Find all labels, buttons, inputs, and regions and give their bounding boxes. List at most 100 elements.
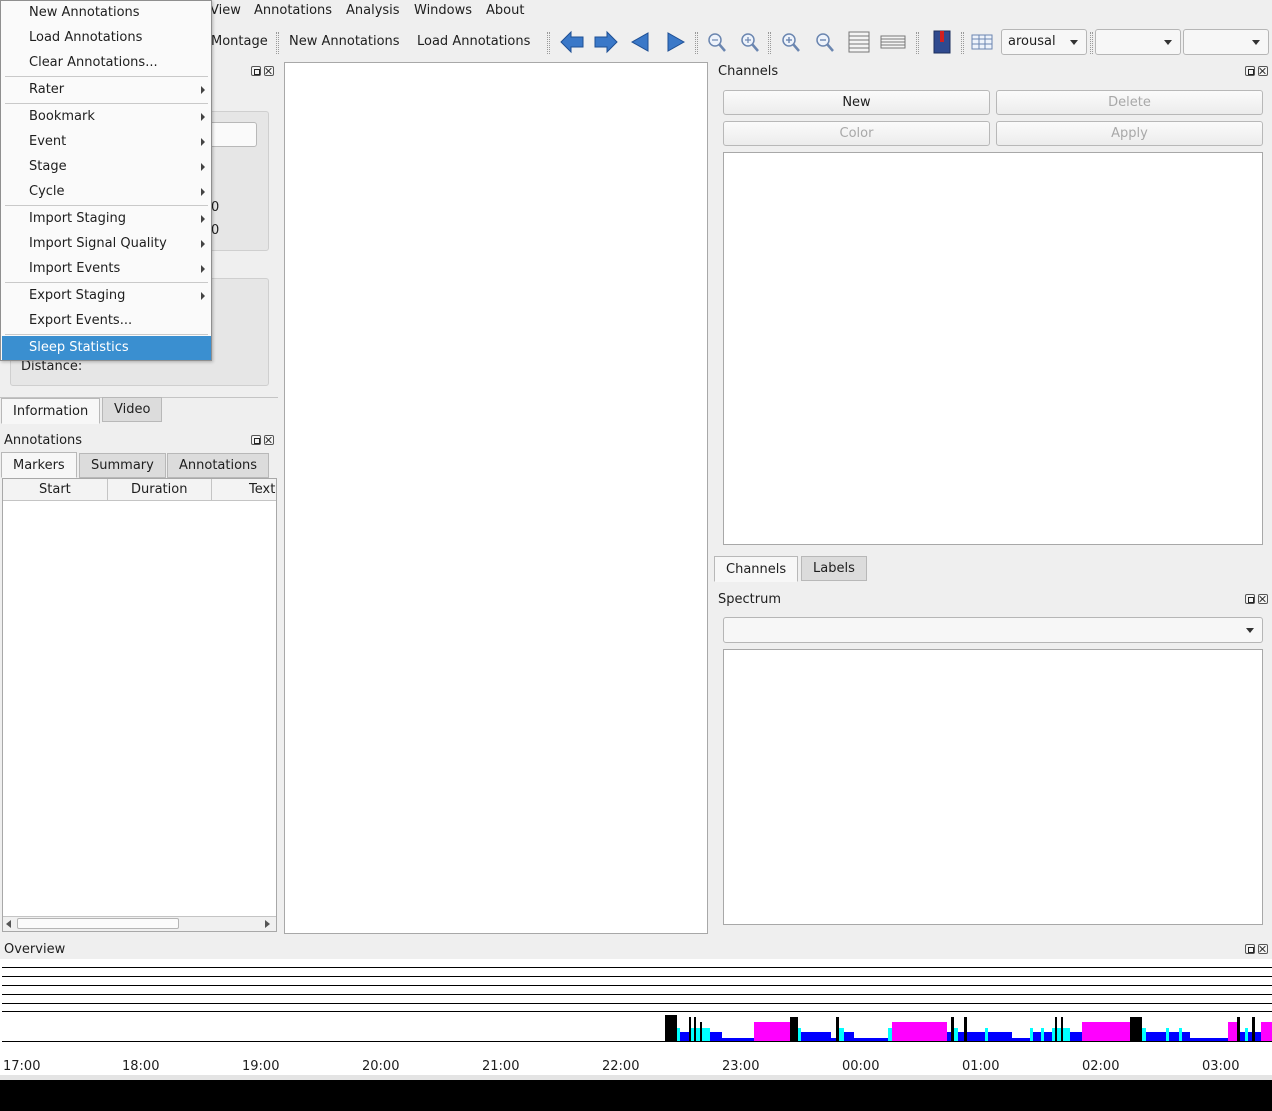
submenu-arrow-icon — [201, 240, 205, 248]
spectrum-title: Spectrum — [718, 592, 781, 607]
menu-item-label: Event — [29, 134, 67, 149]
time-tick: 19:00 — [242, 1059, 280, 1074]
close-icon[interactable] — [1258, 594, 1268, 604]
tab-summary[interactable]: Summary — [79, 453, 166, 478]
menu-rater[interactable]: Rater — [2, 78, 211, 102]
column-divider — [211, 479, 212, 500]
horizontal-scrollbar[interactable] — [3, 916, 276, 931]
submenu-arrow-icon — [201, 188, 205, 196]
menu-windows[interactable]: Windows — [414, 3, 472, 18]
tab-video[interactable]: Video — [102, 397, 163, 422]
scrollbar-thumb[interactable] — [17, 918, 179, 929]
tab-annotations[interactable]: Annotations — [167, 453, 270, 478]
scroll-right-icon[interactable] — [265, 920, 270, 928]
toolbar-separator — [1090, 32, 1093, 54]
event-grid-icon[interactable] — [969, 30, 995, 54]
zoom-amplitude-in-icon[interactable] — [778, 30, 804, 54]
zoom-amplitude-out-icon[interactable] — [812, 30, 838, 54]
step-forward-icon[interactable] — [662, 30, 688, 54]
menu-load-annotations[interactable]: Load Annotations — [2, 26, 211, 50]
float-icon[interactable] — [251, 435, 261, 445]
tab-markers[interactable]: Markers — [1, 452, 77, 478]
page-forward-icon[interactable] — [593, 30, 619, 54]
menu-view[interactable]: View — [210, 3, 241, 18]
spectrum-channel-combo[interactable] — [723, 617, 1263, 643]
close-icon[interactable] — [1258, 944, 1268, 954]
menu-clear-annotations[interactable]: Clear Annotations... — [2, 51, 211, 75]
hypnogram-wake — [790, 1017, 798, 1041]
apply-button[interactable]: Apply — [996, 121, 1263, 146]
float-icon[interactable] — [1245, 66, 1255, 76]
trace-view[interactable] — [284, 62, 708, 934]
menu-annotations[interactable]: Annotations — [254, 3, 332, 18]
load-annotations-button[interactable]: Load Annotations — [417, 34, 530, 49]
fewer-rows-icon[interactable] — [880, 30, 906, 54]
menu-about[interactable]: About — [486, 3, 524, 18]
menu-new-annotations[interactable]: New Annotations — [2, 1, 211, 25]
more-rows-icon[interactable] — [846, 30, 872, 54]
new-channel-button[interactable]: New — [723, 90, 990, 115]
info-dock-buttons — [251, 66, 275, 77]
combo-3[interactable] — [1183, 29, 1269, 55]
new-annotations-button[interactable]: New Annotations — [289, 34, 400, 49]
hypnogram-wake — [665, 1015, 677, 1041]
spectrum-plot — [723, 649, 1263, 925]
tab-label: Labels — [813, 561, 855, 576]
channels-list[interactable] — [723, 152, 1263, 545]
bookmark-icon[interactable] — [929, 30, 955, 54]
submenu-arrow-icon — [201, 292, 205, 300]
menu-separator — [5, 103, 208, 104]
zoom-time-out-icon[interactable] — [704, 30, 730, 54]
step-back-icon[interactable] — [628, 30, 654, 54]
chevron-down-icon — [1164, 40, 1172, 45]
delete-channel-button[interactable]: Delete — [996, 90, 1263, 115]
color-button[interactable]: Color — [723, 121, 990, 146]
overview-line — [2, 976, 1272, 977]
column-text[interactable]: Text — [249, 482, 275, 497]
menu-import-staging[interactable]: Import Staging — [2, 207, 211, 231]
column-duration[interactable]: Duration — [131, 482, 187, 497]
menu-bookmark[interactable]: Bookmark — [2, 105, 211, 129]
hypnogram-n2 — [1182, 1032, 1190, 1041]
channels-dock-buttons — [1245, 66, 1269, 77]
float-icon[interactable] — [251, 66, 261, 76]
annotations-title: Annotations — [4, 433, 83, 448]
event-type-value: arousal — [1008, 34, 1056, 49]
hypnogram-n2 — [844, 1032, 854, 1041]
menu-event[interactable]: Event — [2, 130, 211, 154]
menu-sleep-statistics[interactable]: Sleep Statistics — [2, 336, 211, 360]
close-icon[interactable] — [1258, 66, 1268, 76]
montage-button[interactable]: Montage — [211, 34, 268, 49]
menu-item-label: Import Staging — [29, 211, 126, 226]
tab-channels[interactable]: Channels — [714, 556, 799, 582]
column-start[interactable]: Start — [39, 482, 71, 497]
overview-line — [2, 994, 1272, 995]
tab-information[interactable]: Information — [1, 398, 101, 424]
menu-import-signal-quality[interactable]: Import Signal Quality — [2, 232, 211, 256]
menu-export-staging[interactable]: Export Staging — [2, 284, 211, 308]
menu-import-events[interactable]: Import Events — [2, 257, 211, 281]
tab-labels[interactable]: Labels — [801, 556, 867, 581]
hypnogram-n2 — [1169, 1032, 1179, 1041]
submenu-arrow-icon — [201, 113, 205, 121]
scroll-left-icon[interactable] — [6, 920, 11, 928]
hypnogram-n2 — [967, 1032, 985, 1041]
info-value-1: 0 — [211, 200, 220, 215]
float-icon[interactable] — [1245, 944, 1255, 954]
menu-cycle[interactable]: Cycle — [2, 180, 211, 204]
overview-scrollbar[interactable] — [0, 1075, 1272, 1080]
combo-2[interactable] — [1095, 29, 1181, 55]
event-type-combo[interactable]: arousal — [1001, 29, 1087, 55]
menu-analysis[interactable]: Analysis — [346, 3, 400, 18]
info-value-2: 0 — [211, 223, 220, 238]
hypnogram-n3 — [1012, 1038, 1030, 1041]
menu-item-label: Bookmark — [29, 109, 95, 124]
float-icon[interactable] — [1245, 594, 1255, 604]
menu-stage[interactable]: Stage — [2, 155, 211, 179]
close-icon[interactable] — [264, 435, 274, 445]
hypnogram — [0, 1012, 1272, 1041]
page-back-icon[interactable] — [559, 30, 585, 54]
menu-export-events[interactable]: Export Events... — [2, 309, 211, 333]
zoom-time-in-icon[interactable] — [737, 30, 763, 54]
close-icon[interactable] — [264, 66, 274, 76]
